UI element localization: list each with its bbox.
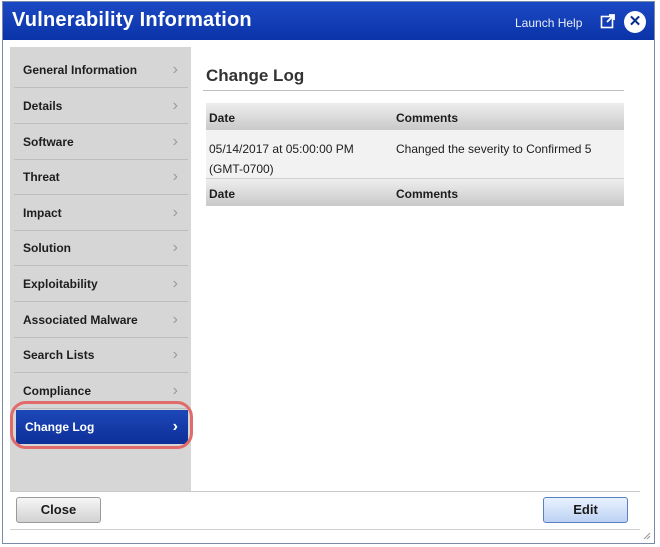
column-header-date[interactable]: Date [209, 111, 235, 125]
chevron-right-icon: › [172, 346, 178, 363]
vulnerability-dialog: Vulnerability Information Launch Help ✕ … [2, 1, 655, 544]
comment-cell: Changed the severity to Confirmed 5 [396, 142, 592, 156]
chevron-right-icon: › [172, 311, 178, 328]
chevron-right-icon: › [172, 204, 178, 221]
timezone-value: (GMT-0700) [209, 162, 274, 176]
sidebar-item-label: Solution [23, 241, 71, 255]
launch-help-link[interactable]: Launch Help [515, 16, 582, 30]
sidebar-item-details[interactable]: Details › [14, 89, 188, 124]
sidebar-item-exploitability[interactable]: Exploitability › [14, 267, 188, 302]
chevron-right-icon: › [172, 61, 178, 78]
selection-highlight-ring [10, 401, 193, 449]
sidebar-item-label: General Information [23, 63, 138, 77]
title-divider [203, 90, 624, 91]
sidebar-item-label: Compliance [23, 384, 92, 398]
sidebar-item-general-information[interactable]: General Information › [14, 53, 188, 88]
page-title: Change Log [206, 66, 305, 85]
chevron-right-icon: › [172, 382, 178, 399]
sidebar-item-label: Details [23, 99, 63, 113]
title-bar: Vulnerability Information Launch Help ✕ [3, 2, 654, 40]
chevron-right-icon: › [172, 239, 178, 256]
footer-header-comments: Comments [396, 187, 459, 201]
sidebar-item-label: Impact [23, 206, 62, 220]
sidebar-item-label: Exploitability [23, 277, 98, 291]
change-log-table: Date Comments 05/14/2017 at 05:00:00 PM … [206, 103, 624, 206]
sidebar-item-software[interactable]: Software › [14, 125, 188, 160]
chevron-right-icon: › [172, 133, 178, 150]
resize-grip-icon[interactable] [641, 530, 651, 540]
sidebar-item-label: Threat [23, 170, 60, 184]
window-title: Vulnerability Information [12, 9, 252, 31]
date-cell: 05/14/2017 at 05:00:00 PM (GMT-0700) [209, 139, 379, 179]
chevron-right-icon: › [172, 97, 178, 114]
footer-header-date: Date [209, 187, 236, 201]
sidebar-item-label: Associated Malware [23, 313, 138, 327]
close-icon[interactable]: ✕ [624, 11, 646, 33]
external-link-icon[interactable] [600, 13, 616, 29]
sidebar-item-threat[interactable]: Threat › [14, 160, 188, 195]
sidebar-item-label: Search Lists [23, 348, 95, 362]
sidebar-item-solution[interactable]: Solution › [14, 231, 188, 266]
table-footer-header: Date Comments [206, 179, 624, 206]
close-button[interactable]: Close [16, 497, 101, 523]
sidebar-item-impact[interactable]: Impact › [14, 196, 188, 231]
sidebar-item-label: Software [23, 135, 74, 149]
chevron-right-icon: › [172, 275, 178, 292]
footer-divider [10, 491, 640, 492]
bottom-divider [10, 529, 640, 530]
column-header-comments[interactable]: Comments [396, 111, 458, 125]
chevron-right-icon: › [172, 168, 178, 185]
date-value: 05/14/2017 at 05:00:00 PM [209, 142, 354, 156]
table-row: 05/14/2017 at 05:00:00 PM (GMT-0700) Cha… [206, 130, 624, 179]
sidebar-item-associated-malware[interactable]: Associated Malware › [14, 303, 188, 338]
edit-button[interactable]: Edit [543, 497, 628, 523]
sidebar-item-search-lists[interactable]: Search Lists › [14, 338, 188, 373]
table-header: Date Comments [206, 103, 624, 130]
